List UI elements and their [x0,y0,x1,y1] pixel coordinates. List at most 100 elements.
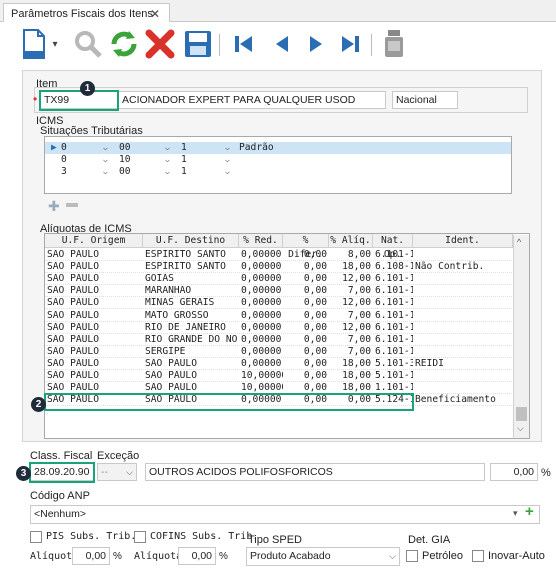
aliquota-cell[interactable]: 0,00 [283,346,329,358]
tipo-sped-select[interactable]: Produto Acabado ⌵ [246,547,400,566]
chevron-down-icon[interactable]: ⌵ [223,166,237,178]
aliquota-row[interactable]: SÃO PAULO SÃO PAULO 0,00000 0,00 18,00 5.101-… [45,358,512,370]
situacao-row[interactable]: ▶ 0 ⌵ 00 ⌵ 1 ⌵ Padrão [45,142,511,154]
new-document-button[interactable] [18,28,50,60]
codigo-anp-select[interactable]: <Nenhum> [30,505,540,524]
save-button[interactable] [182,28,214,60]
aliquota-row[interactable]: SÃO PAULO MARANHÃO 0,00000 0,00 7,00 6.101-1 [45,285,513,298]
aliquota-cell[interactable]: ESPÍRITO SANTO [143,249,239,261]
aliquota-cell[interactable]: SÃO PAULO [45,249,143,261]
aliquota-cell[interactable]: 0,00000 [239,346,283,358]
aliquota-cell[interactable]: RIO GRANDE DO NO [143,334,239,346]
aliquota-cell[interactable]: 5.101-3 [373,358,413,370]
vertical-scrollbar[interactable]: ^ ⌵ [513,235,529,438]
new-dropdown-arrow[interactable]: ▾ [48,28,62,60]
situacao-cell[interactable]: 10 [117,154,157,166]
situacao-row[interactable]: 3 ⌵ 00 ⌵ 1 ⌵ [45,166,511,178]
aliquota-cell[interactable]: 6.101-1 [373,346,413,358]
chevron-down-icon[interactable]: ⌵ [223,154,237,166]
aliquota-cell[interactable]: SÃO PAULO [143,358,239,370]
aliquota-row[interactable]: SÃO PAULO MATO GROSSO 0,00000 0,00 7,00 6.101… [45,310,512,322]
chevron-down-icon[interactable]: ⌵ [163,142,177,154]
aliquota-cell[interactable]: MINAS GERAIS [143,297,239,309]
aliquota-cell[interactable]: 18,00 [329,261,373,273]
aliquota-cell[interactable]: SÃO PAULO [45,261,143,273]
aliquota-row[interactable]: SÃO PAULO SÃO PAULO 10,00000 0,00 18,00 5.101… [45,370,512,382]
aliquota-cell[interactable]: SÃO PAULO [45,273,143,285]
last-record-button[interactable] [334,28,366,60]
aliquota-cell[interactable]: 5.101-1 [373,370,413,382]
aliquota-cell[interactable] [413,346,513,358]
refresh-button[interactable] [108,28,140,60]
pis-aliquota-field[interactable]: 0,00 [72,547,110,565]
scrollbar-thumb[interactable] [516,407,527,421]
aliquota-cell[interactable]: SERGIPE [143,346,239,358]
excecao-field[interactable]: -- ⌵ [97,463,137,481]
chevron-down-icon[interactable]: ⌵ [101,142,115,154]
situacao-cell[interactable]: 1 [179,154,219,166]
aliquota-cell[interactable]: Beneficiamento [413,394,513,406]
aliquota-cell[interactable]: 0,00 [283,285,329,297]
column-header[interactable]: % Difer. [283,234,329,260]
aliquota-cell[interactable]: 18,00 [329,358,373,370]
close-tab-icon[interactable]: ✕ [150,7,160,21]
aliquota-cell[interactable]: SÃO PAULO [45,346,143,358]
aliquota-cell[interactable]: 0,00000 [239,249,283,261]
cofins-subs-trib-checkbox[interactable] [134,531,146,543]
previous-record-button[interactable] [266,28,298,60]
aliquota-cell[interactable]: 6.101-1 [373,273,413,285]
aliquota-cell[interactable] [413,310,513,322]
situacao-row[interactable]: 0 ⌵ 10 ⌵ 1 ⌵ [45,154,511,166]
aliquota-cell[interactable]: 6.101-1 [373,334,413,346]
chevron-down-icon[interactable]: ⌵ [101,154,115,166]
cofins-aliquota-field[interactable]: 0,00 [178,547,216,565]
aliquota-cell[interactable]: 10,00000 [239,370,283,382]
aliquota-cell[interactable] [413,334,513,346]
aliquota-cell[interactable]: 0,00 [283,273,329,285]
situacao-cell[interactable]: Padrão [237,142,317,154]
aliquota-cell[interactable]: 0,00 [283,370,329,382]
aliquota-cell[interactable]: GOIÁS [143,273,239,285]
aliquota-cell[interactable]: 0,00000 [239,358,283,370]
aliquota-cell[interactable]: 7,00 [329,334,373,346]
add-icon[interactable]: + [525,503,534,520]
aliquota-cell[interactable] [413,249,513,261]
aliquota-cell[interactable]: SÃO PAULO [45,310,143,322]
remove-row-icon[interactable] [66,203,78,207]
aliquota-cell[interactable]: REIDI [413,358,513,370]
situacao-cell[interactable]: 0 [59,154,101,166]
situacao-cell[interactable]: 00 [117,142,157,154]
aliquota-cell[interactable]: 6.101-1 [373,249,413,261]
aliquota-row[interactable]: SÃO PAULO GOIÁS 0,00000 0,00 12,00 6.101-1 [45,273,513,286]
aliquota-cell[interactable] [413,273,513,285]
aliquota-cell[interactable]: 0,00 [283,322,329,334]
aliquota-cell[interactable]: RIO DE JANEIRO [143,322,239,334]
aliquota-row[interactable]: SÃO PAULO ESPÍRITO SANTO 0,00000 0,00 8,00 6.… [45,249,512,261]
aliquota-cell[interactable] [413,370,513,382]
aliquota-cell[interactable]: 6.101-1 [373,310,413,322]
situacao-cell[interactable]: 0 [59,142,101,154]
tab-parametros-fiscais[interactable]: Parâmetros Fiscais dos Itens ✕ [3,3,170,23]
aliquota-cell[interactable]: 8,00 [329,249,373,261]
column-header[interactable]: % Alíq. [329,234,373,248]
aliquota-row[interactable]: SÃO PAULO SERGIPE 0,00000 0,00 7,00 6.101-1 [45,346,512,358]
aliquota-cell[interactable]: 12,00 [329,273,373,285]
aliquota-cell[interactable]: 0,00 [283,310,329,322]
chevron-down-icon[interactable]: ⌵ [163,154,177,166]
aliquota-cell[interactable]: 6.101-1 [373,285,413,297]
aliquota-cell[interactable] [413,322,513,334]
situacao-cell[interactable]: 1 [179,166,219,178]
aliquota-cell[interactable]: 6.101-1 [373,322,413,334]
aliquota-cell[interactable]: 7,00 [329,310,373,322]
column-header[interactable]: U.F. Origem [45,234,143,248]
column-header[interactable]: Ident. [413,234,513,248]
aliquota-cell[interactable] [413,285,513,297]
print-button[interactable] [378,28,410,60]
aliquota-cell[interactable]: 0,00000 [239,322,283,334]
chevron-down-icon[interactable]: ⌵ [163,166,177,178]
aliquota-cell[interactable]: SÃO PAULO [45,285,143,297]
delete-button[interactable] [144,28,176,60]
aliquota-cell[interactable]: 0,00000 [239,310,283,322]
aliquota-cell[interactable]: SÃO PAULO [45,322,143,334]
aliquota-cell[interactable]: 0,00000 [239,273,283,285]
